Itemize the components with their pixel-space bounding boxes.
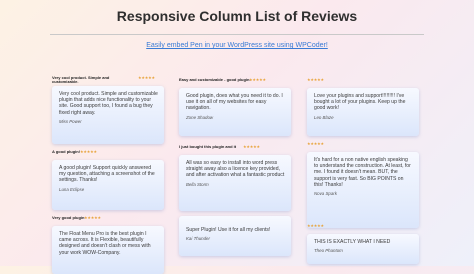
- review-header: ★★★★★: [307, 141, 419, 152]
- review-item: A good plugin! ★★★★★ A good plugin! Supp…: [52, 149, 164, 210]
- star-rating-icon: ★★★★★: [84, 215, 101, 220]
- star-rating-icon: ★★★★★: [307, 77, 324, 82]
- review-card: A good plugin! Support quickly answered …: [52, 160, 164, 210]
- review-item: Very good plugin ★★★★★ The Float Menu Pr…: [52, 215, 164, 274]
- review-text: THIS IS EXACTLY WHAT I NEED: [314, 239, 391, 245]
- review-author: Zone Shadow: [186, 114, 214, 120]
- review-card: All was so easy to install into word pre…: [179, 155, 291, 211]
- review-item: ★★★★★ It's hard for a non native english…: [307, 141, 419, 228]
- review-text: The Float Menu Pro is the best plugin I …: [59, 231, 151, 256]
- embed-link[interactable]: Easily embed Pen in your WordPress site …: [0, 42, 474, 49]
- review-header: A good plugin! ★★★★★: [52, 149, 164, 160]
- review-text: Good plugin, does what you need it to do…: [186, 93, 283, 112]
- star-rating-icon: ★★★★★: [307, 223, 324, 228]
- review-card: Very cool product. Simple and customizab…: [52, 86, 164, 144]
- review-text: It's hard for a non native english speak…: [314, 157, 411, 188]
- review-card: THIS IS EXACTLY WHAT I NEED Theo Phantom: [307, 234, 419, 264]
- review-item: ★★★★★ THIS IS EXACTLY WHAT I NEED Theo P…: [307, 223, 419, 264]
- divider: [50, 34, 424, 35]
- review-header: I just bought this plugin and it ★★★★★: [179, 144, 291, 155]
- review-card: Love your plugins and support!!!!!!!!! I…: [307, 88, 419, 136]
- review-header: ★★★★★: [307, 223, 419, 234]
- star-rating-icon: ★★★★★: [307, 141, 324, 146]
- review-header: ★★★★★: [307, 77, 419, 88]
- review-author: Leo Blaze: [314, 114, 334, 120]
- review-item: Very cool product. Simple and customizab…: [52, 75, 164, 144]
- review-text: All was so easy to install into word pre…: [186, 160, 285, 179]
- review-author: Bella Storm: [186, 181, 209, 187]
- review-text: Very cool product. Simple and customizab…: [59, 91, 158, 116]
- review-item: I just bought this plugin and it ★★★★★ A…: [179, 144, 291, 211]
- star-rating-icon: ★★★★★: [138, 75, 155, 80]
- review-author: Miss Power: [59, 118, 82, 124]
- star-rating-icon: ★★★★★: [80, 149, 97, 154]
- review-author: Kai Thunder: [186, 236, 210, 242]
- review-author: Luna Eclipse: [59, 186, 85, 192]
- star-rating-icon: ★★★★★: [249, 77, 266, 82]
- review-text: Love your plugins and support!!!!!!!!! I…: [314, 93, 406, 112]
- review-header: Easy and customizable - good plugin. ★★★…: [179, 77, 291, 88]
- review-author: Theo Phantom: [314, 248, 343, 254]
- review-title: Very cool product. Simple and customizab…: [52, 75, 110, 85]
- review-card: Good plugin, does what you need it to do…: [179, 88, 291, 136]
- review-card: The Float Menu Pro is the best plugin I …: [52, 226, 164, 274]
- review-author: Nova Spark: [314, 191, 337, 197]
- review-item: Easy and customizable - good plugin. ★★★…: [179, 77, 291, 136]
- star-rating-icon: ★★★★★: [243, 144, 260, 149]
- review-card: Super Plugin! Use it for all my clients!…: [179, 216, 291, 256]
- review-text: Super Plugin! Use it for all my clients!: [186, 227, 271, 233]
- review-header: Very good plugin ★★★★★: [52, 215, 164, 226]
- page-title: Responsive Column List of Reviews: [116, 8, 358, 24]
- review-item: ★★★★★ Love your plugins and support!!!!!…: [307, 77, 419, 136]
- review-item: Super Plugin! Use it for all my clients!…: [179, 216, 291, 256]
- review-text: A good plugin! Support quickly answered …: [59, 165, 155, 184]
- review-card: It's hard for a non native english speak…: [307, 152, 419, 228]
- review-header: Very cool product. Simple and customizab…: [52, 75, 164, 86]
